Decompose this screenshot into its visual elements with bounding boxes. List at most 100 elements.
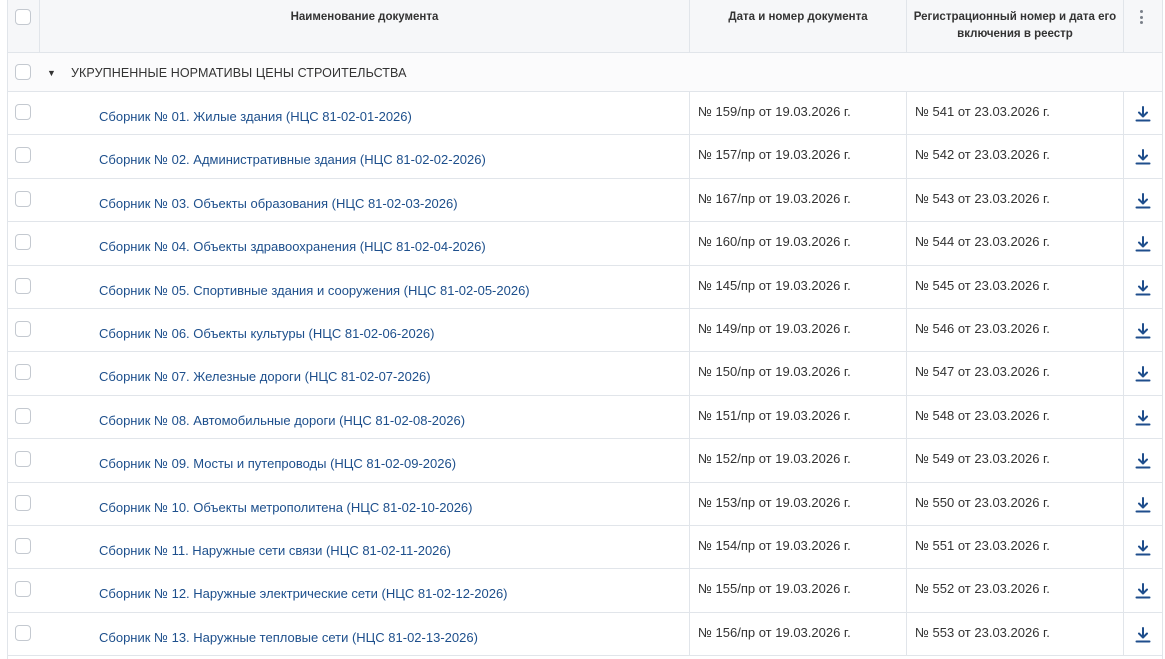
kebab-icon[interactable] — [1140, 10, 1144, 27]
download-icon[interactable] — [1134, 105, 1152, 123]
group-row[interactable]: ▼ УКРУПНЕННЫЕ НОРМАТИВЫ ЦЕНЫ СТРОИТЕЛЬСТ… — [8, 53, 1162, 92]
column-header-date-label: Дата и номер документа — [728, 11, 868, 23]
download-icon[interactable] — [1134, 322, 1152, 340]
document-link[interactable]: Сборник № 11. Наружные сети связи (НЦС 8… — [99, 543, 451, 558]
action-cell — [1124, 483, 1162, 525]
group-checkbox[interactable] — [15, 64, 31, 80]
row-checkbox[interactable] — [15, 581, 31, 598]
name-cell: Сборник № 03. Объекты образования (НЦС 8… — [40, 178, 690, 222]
document-date-number: № 160/пр от 19.03.2026 г. — [698, 234, 851, 250]
row-checkbox-cell — [8, 483, 40, 525]
download-icon[interactable] — [1134, 496, 1152, 514]
action-cell — [1124, 396, 1162, 438]
row-checkbox-cell — [8, 613, 40, 655]
download-icon[interactable] — [1134, 452, 1152, 470]
row-checkbox-cell — [8, 569, 40, 611]
registration-cell: № 552 от 23.03.2026 г. — [907, 569, 1124, 612]
date-cell: № 157/пр от 19.03.2026 г. — [690, 135, 907, 178]
document-link[interactable]: Сборник № 02. Административные здания (Н… — [99, 152, 486, 167]
document-date-number: № 152/пр от 19.03.2026 г. — [698, 451, 851, 467]
registration-cell: № 543 от 23.03.2026 г. — [907, 178, 1124, 222]
column-header-date[interactable]: Дата и номер документа — [690, 0, 907, 52]
download-icon[interactable] — [1134, 582, 1152, 600]
row-checkbox[interactable] — [15, 190, 31, 207]
row-checkbox[interactable] — [15, 147, 31, 164]
document-link[interactable]: Сборник № 09. Мосты и путепроводы (НЦС 8… — [99, 456, 456, 471]
action-cell — [1124, 179, 1162, 221]
document-link[interactable]: Сборник № 01. Жилые здания (НЦС 81-02-01… — [99, 109, 412, 124]
select-all-checkbox[interactable] — [15, 9, 31, 25]
download-icon[interactable] — [1134, 409, 1152, 427]
download-icon[interactable] — [1134, 626, 1152, 644]
row-checkbox[interactable] — [15, 364, 31, 381]
table-header: Наименование документа Дата и номер доку… — [8, 0, 1162, 53]
date-cell: № 167/пр от 19.03.2026 г. — [690, 178, 907, 222]
document-link[interactable]: Сборник № 04. Объекты здравоохранения (Н… — [99, 239, 486, 254]
table-row: Сборник № 04. Объекты здравоохранения (Н… — [8, 222, 1162, 266]
registration-cell: № 544 от 23.03.2026 г. — [907, 222, 1124, 265]
date-cell: № 149/пр от 19.03.2026 г. — [690, 308, 907, 352]
registration-number-date: № 549 от 23.03.2026 г. — [915, 451, 1050, 467]
name-cell: Сборник № 08. Автомобильные дороги (НЦС … — [40, 395, 690, 439]
column-header-name[interactable]: Наименование документа — [40, 0, 690, 52]
document-link[interactable]: Сборник № 12. Наружные электрические сет… — [99, 586, 508, 601]
document-date-number: № 149/пр от 19.03.2026 г. — [698, 320, 851, 336]
document-link[interactable]: Сборник № 10. Объекты метрополитена (НЦС… — [99, 500, 473, 515]
row-checkbox[interactable] — [15, 624, 31, 641]
row-checkbox-cell — [8, 135, 40, 177]
download-icon[interactable] — [1134, 235, 1152, 253]
name-cell: Сборник № 01. Жилые здания (НЦС 81-02-01… — [40, 92, 690, 135]
date-cell: № 160/пр от 19.03.2026 г. — [690, 222, 907, 265]
registration-cell: № 551 от 23.03.2026 г. — [907, 525, 1124, 569]
table-row: Сборник № 02. Административные здания (Н… — [8, 135, 1162, 179]
name-cell: Сборник № 09. Мосты и путепроводы (НЦС 8… — [40, 439, 690, 482]
download-icon[interactable] — [1134, 192, 1152, 210]
download-icon[interactable] — [1134, 148, 1152, 166]
row-checkbox-cell — [8, 309, 40, 351]
row-checkbox[interactable] — [15, 234, 31, 251]
action-cell — [1124, 92, 1162, 134]
table-row: Сборник № 12. Наружные электрические сет… — [8, 569, 1162, 613]
table-row: Сборник № 08. Автомобильные дороги (НЦС … — [8, 395, 1162, 440]
document-link[interactable]: Сборник № 05. Спортивные здания и сооруж… — [99, 283, 530, 298]
row-checkbox[interactable] — [15, 104, 31, 120]
row-checkbox[interactable] — [15, 494, 31, 511]
name-cell: Сборник № 05. Спортивные здания и сооруж… — [40, 265, 690, 308]
download-icon[interactable] — [1134, 539, 1152, 557]
download-icon[interactable] — [1134, 279, 1152, 297]
row-checkbox[interactable] — [15, 537, 31, 554]
action-cell — [1124, 569, 1162, 611]
row-checkbox[interactable] — [15, 320, 31, 337]
registration-cell: № 542 от 23.03.2026 г. — [907, 135, 1124, 178]
table-body: Сборник № 01. Жилые здания (НЦС 81-02-01… — [8, 92, 1162, 657]
table-row: Сборник № 11. Наружные сети связи (НЦС 8… — [8, 525, 1162, 570]
document-link[interactable]: Сборник № 07. Железные дороги (НЦС 81-02… — [99, 369, 431, 384]
name-cell: Сборник № 10. Объекты метрополитена (НЦС… — [40, 482, 690, 525]
header-checkbox-cell — [8, 0, 40, 52]
action-cell — [1124, 309, 1162, 351]
row-checkbox[interactable] — [15, 277, 31, 294]
column-header-registration[interactable]: Регистрационный номер и дата его включен… — [907, 0, 1124, 52]
row-checkbox[interactable] — [15, 451, 31, 468]
table-row: Сборник № 07. Железные дороги (НЦС 81-02… — [8, 352, 1162, 396]
registration-number-date: № 542 от 23.03.2026 г. — [915, 147, 1050, 163]
row-checkbox-cell — [8, 179, 40, 221]
document-link[interactable]: Сборник № 06. Объекты культуры (НЦС 81-0… — [99, 326, 434, 341]
date-cell: № 152/пр от 19.03.2026 г. — [690, 439, 907, 482]
registration-cell: № 546 от 23.03.2026 г. — [907, 308, 1124, 352]
caret-down-icon[interactable]: ▼ — [47, 68, 56, 78]
document-link[interactable]: Сборник № 13. Наружные тепловые сети (НЦ… — [99, 630, 478, 645]
table-row: Сборник № 09. Мосты и путепроводы (НЦС 8… — [8, 439, 1162, 483]
document-link[interactable]: Сборник № 08. Автомобильные дороги (НЦС … — [99, 413, 465, 428]
registration-cell: № 553 от 23.03.2026 г. — [907, 612, 1124, 656]
download-icon[interactable] — [1134, 365, 1152, 383]
document-date-number: № 155/пр от 19.03.2026 г. — [698, 581, 851, 597]
row-checkbox[interactable] — [15, 407, 31, 424]
action-cell — [1124, 266, 1162, 308]
documents-table: Наименование документа Дата и номер доку… — [7, 0, 1163, 659]
date-cell: № 155/пр от 19.03.2026 г. — [690, 569, 907, 612]
table-row: Сборник № 10. Объекты метрополитена (НЦС… — [8, 482, 1162, 526]
group-header[interactable]: ▼ УКРУПНЕННЫЕ НОРМАТИВЫ ЦЕНЫ СТРОИТЕЛЬСТ… — [47, 53, 407, 92]
document-link[interactable]: Сборник № 03. Объекты образования (НЦС 8… — [99, 196, 458, 211]
table-row: Сборник № 13. Наружные тепловые сети (НЦ… — [8, 612, 1162, 657]
